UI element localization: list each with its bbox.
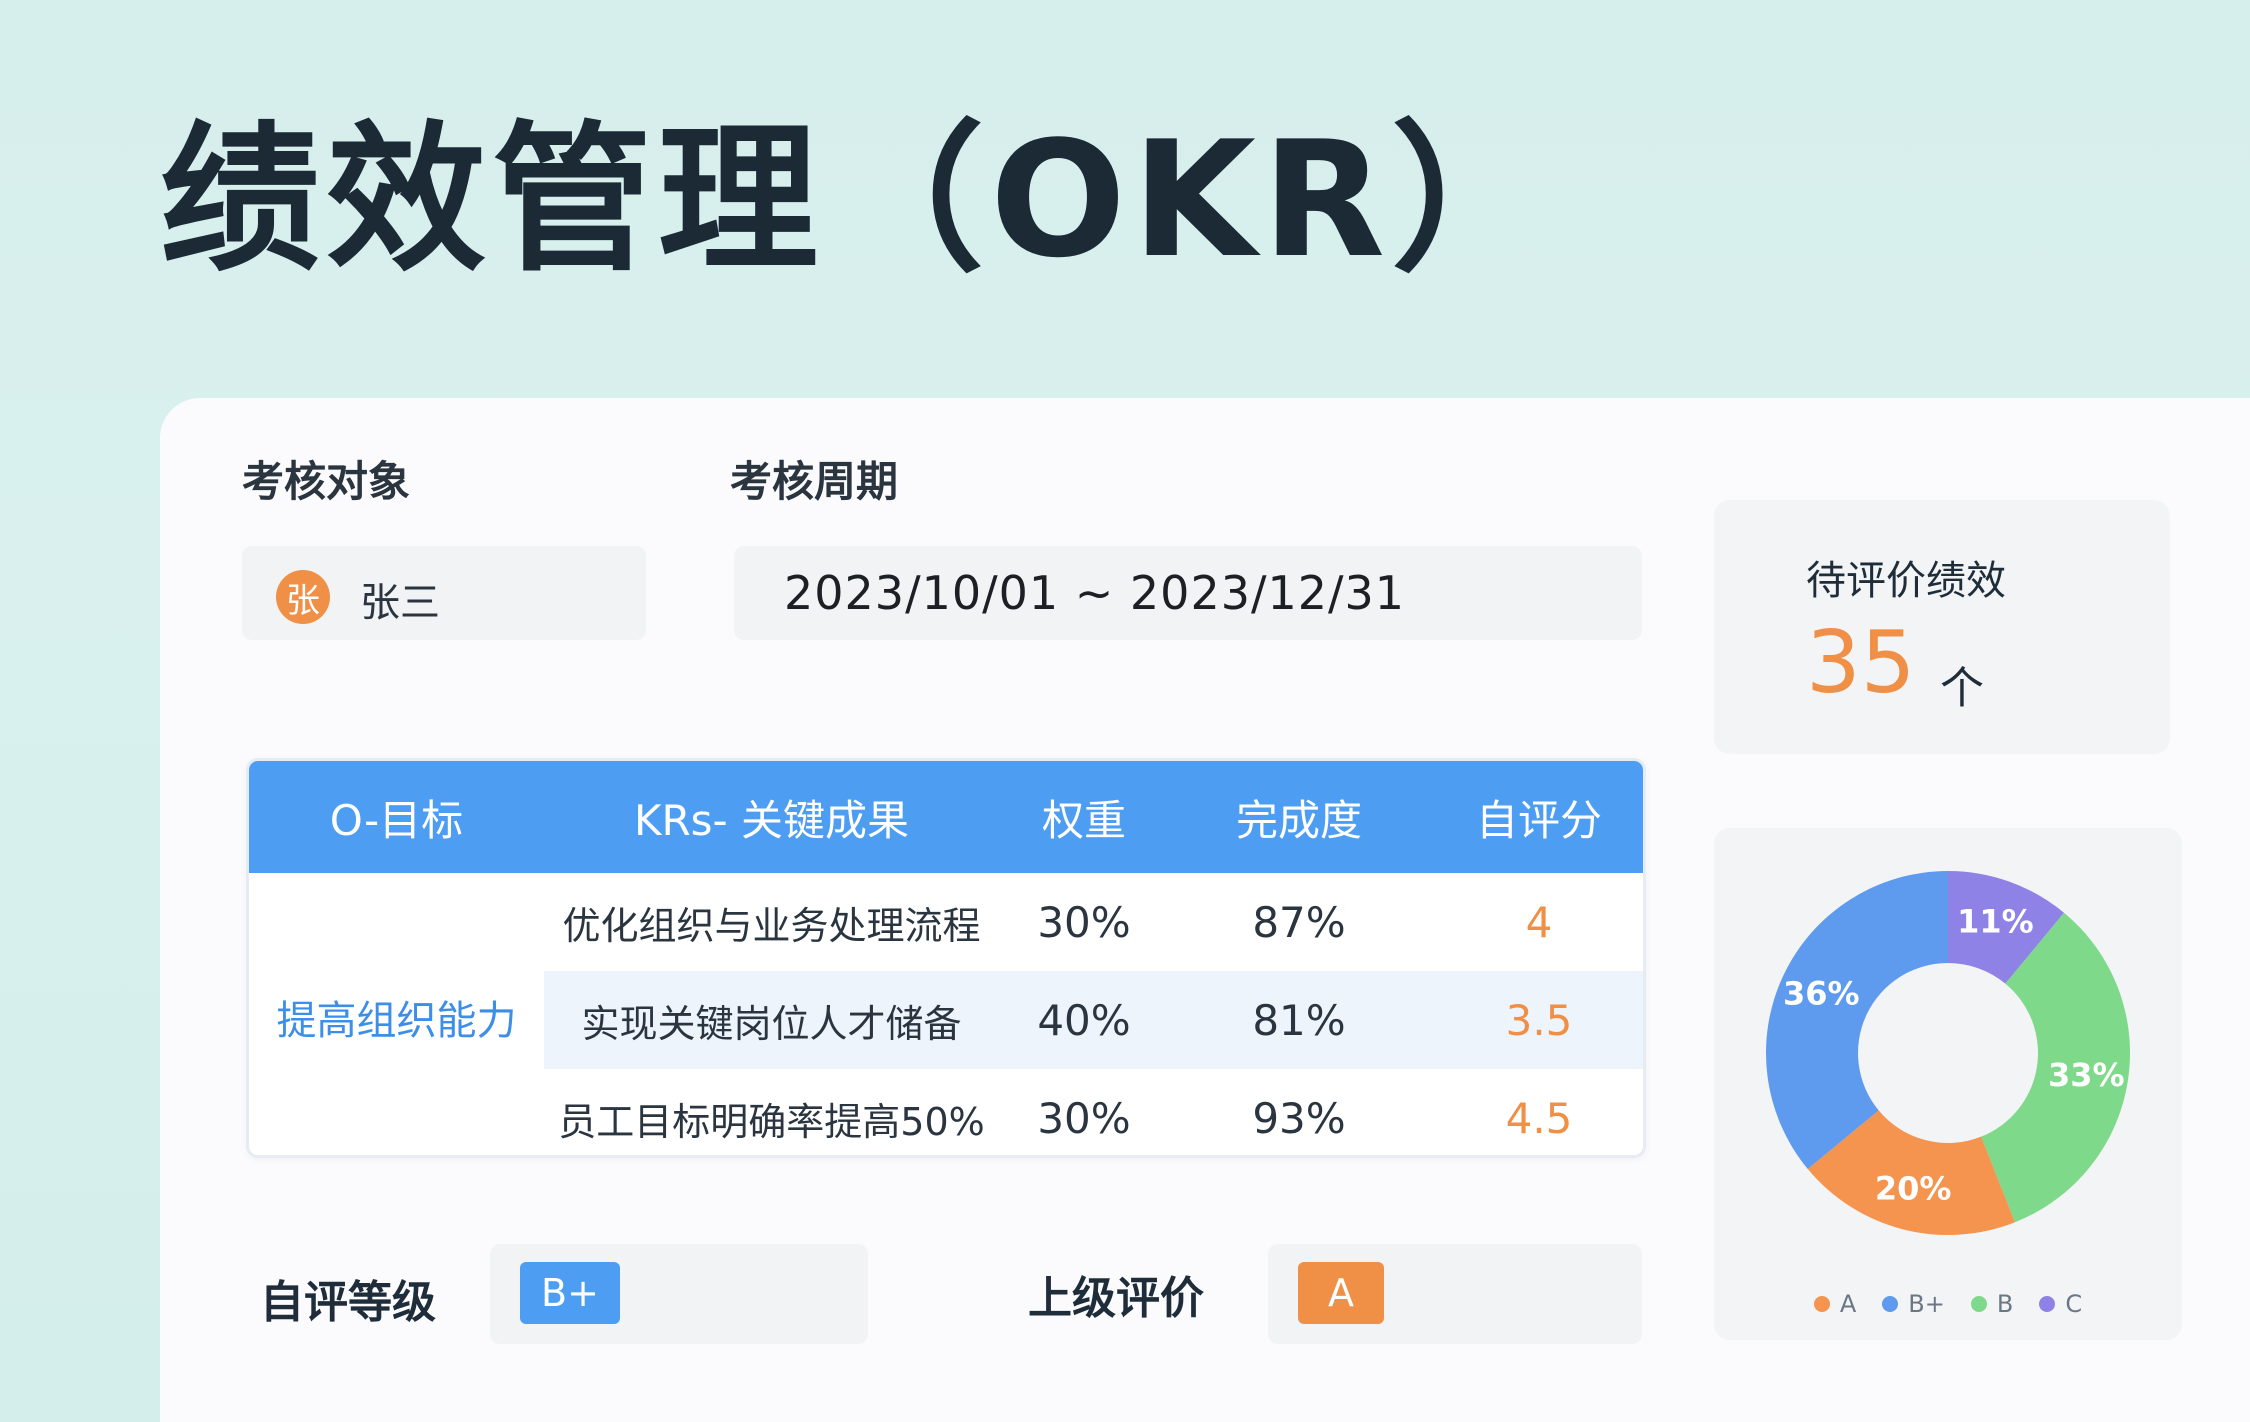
self-grade-label: 自评等级	[260, 1277, 436, 1328]
legend-dot	[2039, 1296, 2056, 1312]
grade-distribution-card: 11% 33% 20% 36% A B+ B C	[1714, 828, 2182, 1340]
legend-dot	[1813, 1296, 1830, 1312]
header-objective: O-目标	[329, 795, 464, 845]
completion-cell: 93%	[1252, 1093, 1346, 1143]
legend-dot	[1970, 1296, 1987, 1312]
pending-review-unit: 个	[1940, 663, 1984, 714]
completion-cell: 81%	[1252, 995, 1346, 1045]
donut-label-a: 20%	[1875, 1170, 1952, 1208]
score-cell: 4	[1525, 897, 1553, 947]
self-grade-field[interactable]: B+	[490, 1244, 868, 1344]
review-period-label: 考核周期	[730, 457, 899, 506]
pending-review-card: 待评价绩效 35 个	[1714, 500, 2170, 754]
legend-label: A	[1839, 1290, 1857, 1318]
review-period-value: 2023/10/01 ~ 2023/12/31	[784, 566, 1406, 620]
donut-label-b: 33%	[2048, 1056, 2125, 1094]
completion-cell: 87%	[1252, 897, 1346, 947]
self-grade-badge: B+	[520, 1262, 620, 1324]
legend-label: B+	[1908, 1290, 1945, 1318]
okr-table: O-目标 KRs- 关键成果 权重 完成度 自评分 优化组织与业务处理流程 30…	[246, 758, 1646, 1158]
kr-cell: 员工目标明确率提高50%	[558, 1099, 985, 1144]
header-key-results: KRs- 关键成果	[633, 795, 910, 845]
review-target-label: 考核对象	[242, 457, 411, 506]
header-weight: 权重	[1041, 795, 1126, 845]
kr-cell: 优化组织与业务处理流程	[562, 903, 981, 948]
supervisor-grade-badge: A	[1298, 1262, 1384, 1324]
okr-card: 考核对象 张 张三 考核周期 2023/10/01 ~ 2023/12/31 O…	[160, 398, 2250, 1422]
weight-cell: 30%	[1037, 897, 1131, 947]
donut-label-c: 11%	[1957, 902, 2034, 940]
chart-legend: A B+ B C	[1714, 1290, 2182, 1318]
supervisor-eval-field[interactable]: A	[1268, 1244, 1642, 1344]
legend-item-c: C	[2039, 1290, 2082, 1318]
pending-review-label: 待评价绩效	[1806, 558, 2006, 604]
header-self-score: 自评分	[1475, 795, 1602, 845]
score-cell: 4.5	[1505, 1093, 1573, 1143]
pending-review-count: 35	[1806, 613, 1916, 713]
legend-item-bplus: B+	[1882, 1290, 1945, 1318]
review-period-field[interactable]: 2023/10/01 ~ 2023/12/31	[734, 546, 1642, 640]
donut-label-bplus: 36%	[1783, 974, 1860, 1012]
legend-item-a: A	[1813, 1290, 1857, 1318]
legend-label: C	[2065, 1290, 2083, 1318]
weight-cell: 30%	[1037, 1093, 1131, 1143]
legend-item-b: B	[1970, 1290, 2014, 1318]
table-header: O-目标 KRs- 关键成果 权重 完成度 自评分	[249, 761, 1643, 873]
kr-cell: 实现关键岗位人才储备	[581, 1001, 962, 1046]
review-target-name: 张三	[360, 580, 440, 626]
supervisor-eval-label: 上级评价	[1028, 1273, 1204, 1324]
objective-cell: 提高组织能力	[249, 873, 544, 1155]
legend-dot	[1882, 1296, 1899, 1312]
page-title: 绩效管理（OKR）	[160, 106, 1558, 293]
donut-slice-bplus	[1766, 871, 1948, 1170]
score-cell: 3.5	[1505, 995, 1573, 1045]
avatar: 张	[276, 570, 330, 624]
legend-label: B	[1996, 1290, 2014, 1318]
review-target-field[interactable]: 张 张三	[242, 546, 646, 640]
header-completion: 完成度	[1235, 795, 1362, 845]
weight-cell: 40%	[1037, 995, 1131, 1045]
grade-donut-chart: 11% 33% 20% 36%	[1766, 871, 2130, 1235]
